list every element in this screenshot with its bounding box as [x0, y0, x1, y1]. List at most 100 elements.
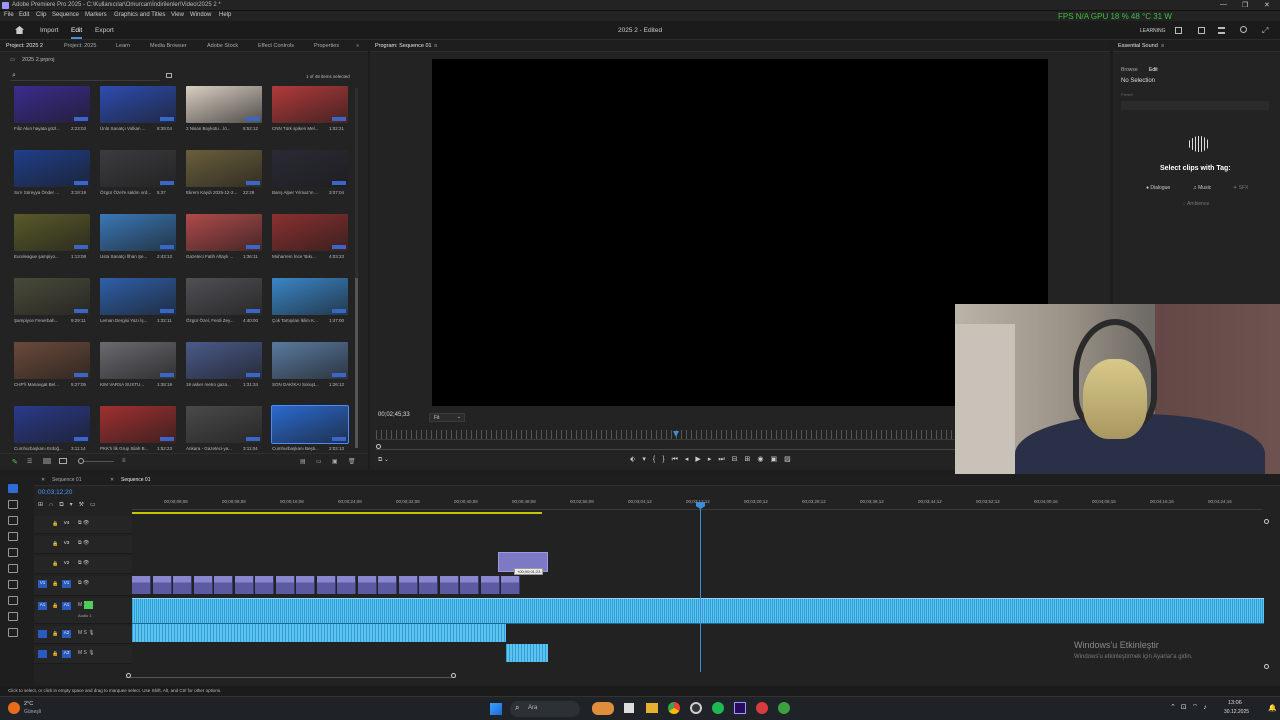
settings-icon[interactable]: ⧉ ⌄	[378, 456, 389, 464]
visibility-icon[interactable]: ⧉ 👁	[78, 540, 89, 546]
clip-thumbnail[interactable]	[100, 86, 176, 123]
source-patch[interactable]: A1	[38, 602, 47, 610]
a3-audio-clip[interactable]	[506, 644, 548, 662]
fit-dropdown[interactable]: Fit ⌄	[429, 413, 465, 422]
clip-thumbnail[interactable]	[14, 406, 90, 443]
panel-menu-icon[interactable]: ≡	[434, 43, 437, 49]
taskbar-search[interactable]: ⌕ Ara	[510, 701, 580, 717]
track-sync-icon[interactable]	[84, 601, 93, 609]
track-header[interactable]: 🔒 V3 ⧉ 👁	[34, 536, 132, 554]
snap-icon[interactable]: ∩	[49, 502, 59, 508]
nest-icon[interactable]: ⊞	[38, 502, 49, 508]
lock-icon[interactable]: 🔒	[52, 561, 58, 567]
extract-icon[interactable]: ⊞	[745, 456, 758, 463]
menu-clip[interactable]: Clip	[36, 12, 46, 18]
tab-import[interactable]: Import	[40, 27, 58, 34]
v1-clip[interactable]	[296, 576, 315, 594]
export-frame-icon[interactable]: ◉	[757, 456, 770, 463]
menu-file[interactable]: File	[4, 12, 14, 18]
workspace-icon[interactable]	[1175, 27, 1182, 34]
clip-thumbnail[interactable]	[186, 86, 262, 123]
trash-icon[interactable]: 🗑	[348, 458, 356, 465]
system-tray-icons[interactable]: ⌃⊡⌔♪	[1170, 703, 1212, 712]
rectangle-tool-icon[interactable]	[8, 580, 18, 589]
linked-icon[interactable]: ⧉	[59, 502, 69, 508]
tab-sequence-01-b[interactable]: Sequence 01	[121, 477, 150, 483]
icon-view-icon[interactable]	[43, 458, 51, 464]
close-button[interactable]: ✕	[1264, 1, 1270, 9]
clip-thumbnail[interactable]	[100, 342, 176, 379]
track-select-tool-icon[interactable]	[8, 500, 18, 509]
track-header[interactable]: A1🔒A1M S 🎙Audio 1	[34, 598, 132, 624]
task-view-icon[interactable]	[624, 703, 634, 713]
vr-icon[interactable]: ▨	[784, 456, 798, 463]
wrench-icon[interactable]: ⚒	[79, 502, 90, 508]
v1-clip[interactable]	[501, 576, 520, 594]
v1-clip[interactable]	[460, 576, 479, 594]
v1-clip[interactable]	[337, 576, 356, 594]
timeline-playhead[interactable]	[700, 504, 701, 672]
menu-window[interactable]: Window	[190, 12, 211, 18]
ripple-edit-tool-icon[interactable]	[8, 516, 18, 525]
clip-thumbnail[interactable]	[100, 406, 176, 443]
clip-thumbnail[interactable]	[100, 150, 176, 187]
v1-clip[interactable]	[152, 576, 172, 594]
program-zoom-bar[interactable]	[376, 444, 956, 450]
v1-clip[interactable]	[173, 576, 192, 594]
v1-clip[interactable]	[275, 576, 295, 594]
lock-icon[interactable]: 🔒	[52, 603, 58, 609]
tab-essential-sound[interactable]: Essential Sound	[1118, 43, 1158, 49]
tag-ambience[interactable]: ◌ Ambience	[1183, 201, 1209, 207]
tab-adobe-stock[interactable]: Adobe Stock	[207, 43, 238, 49]
track-name[interactable]: A1	[62, 602, 71, 610]
clip-thumbnail[interactable]	[186, 278, 262, 315]
track-header[interactable]: 🔒 V4 ⧉ 👁	[34, 516, 132, 534]
app-icon-2[interactable]	[778, 702, 790, 714]
menu-icon[interactable]	[1218, 27, 1225, 34]
hand-tool-icon[interactable]	[8, 596, 18, 605]
selection-tool-icon[interactable]	[8, 484, 18, 493]
windows-start-icon[interactable]	[490, 703, 502, 715]
source-patch[interactable]	[38, 630, 47, 638]
fullscreen-icon[interactable]: ⤢	[1262, 26, 1268, 36]
v1-clip[interactable]	[132, 576, 151, 594]
menu-graphics[interactable]: Graphics and Titles	[114, 12, 165, 18]
clip-thumbnail[interactable]	[14, 150, 90, 187]
new-item-icon[interactable]: ▣	[332, 458, 338, 465]
source-patch[interactable]	[38, 520, 47, 528]
clip-thumbnail[interactable]	[14, 342, 90, 379]
maximize-button[interactable]: ❐	[1242, 1, 1248, 9]
tab-effect-controls[interactable]: Effect Controls	[258, 43, 294, 49]
step-back-icon[interactable]: ◂	[685, 456, 696, 463]
vertical-scrollbar[interactable]	[1264, 519, 1270, 669]
mark-in-icon[interactable]: {	[653, 456, 662, 463]
clip-thumbnail[interactable]	[272, 214, 348, 251]
marker-icon[interactable]: ▾	[642, 456, 653, 463]
tab-media-browser[interactable]: Media Browser	[150, 43, 187, 49]
app-icon[interactable]	[756, 702, 768, 714]
captions-tool-icon[interactable]	[8, 628, 18, 637]
widget-icon[interactable]	[592, 702, 614, 715]
tab-project-2025[interactable]: Project: 2025	[64, 43, 96, 49]
tag-dialogue[interactable]: ● Dialogue	[1146, 185, 1170, 191]
clip-thumbnail[interactable]	[186, 406, 262, 443]
close-icon[interactable]: ✕	[110, 477, 114, 483]
share-icon[interactable]	[1198, 27, 1205, 34]
pencil-icon[interactable]: ✎	[12, 458, 18, 466]
clip-thumbnail[interactable]	[100, 214, 176, 251]
source-patch[interactable]	[38, 650, 47, 658]
track-header[interactable]: 🔒 A3 M S 🎙	[34, 646, 132, 664]
tag-music[interactable]: ♫ Music	[1193, 185, 1211, 191]
visibility-icon[interactable]: ⧉ 👁	[78, 580, 89, 586]
source-patch[interactable]	[38, 560, 47, 568]
menu-markers[interactable]: Markers	[85, 12, 107, 18]
marker-icon[interactable]: ▾	[70, 502, 79, 508]
tab-program[interactable]: Program: Sequence 01	[375, 43, 432, 49]
step-forward-icon[interactable]: ▸	[708, 456, 719, 463]
v1-clip[interactable]	[439, 576, 459, 594]
tab-edit[interactable]: Edit	[71, 27, 83, 39]
track-name[interactable]: V3	[62, 540, 71, 548]
lift-icon[interactable]: ⊟	[732, 456, 745, 463]
tab-properties[interactable]: Properties	[314, 43, 339, 49]
clip-thumbnail[interactable]	[14, 86, 90, 123]
